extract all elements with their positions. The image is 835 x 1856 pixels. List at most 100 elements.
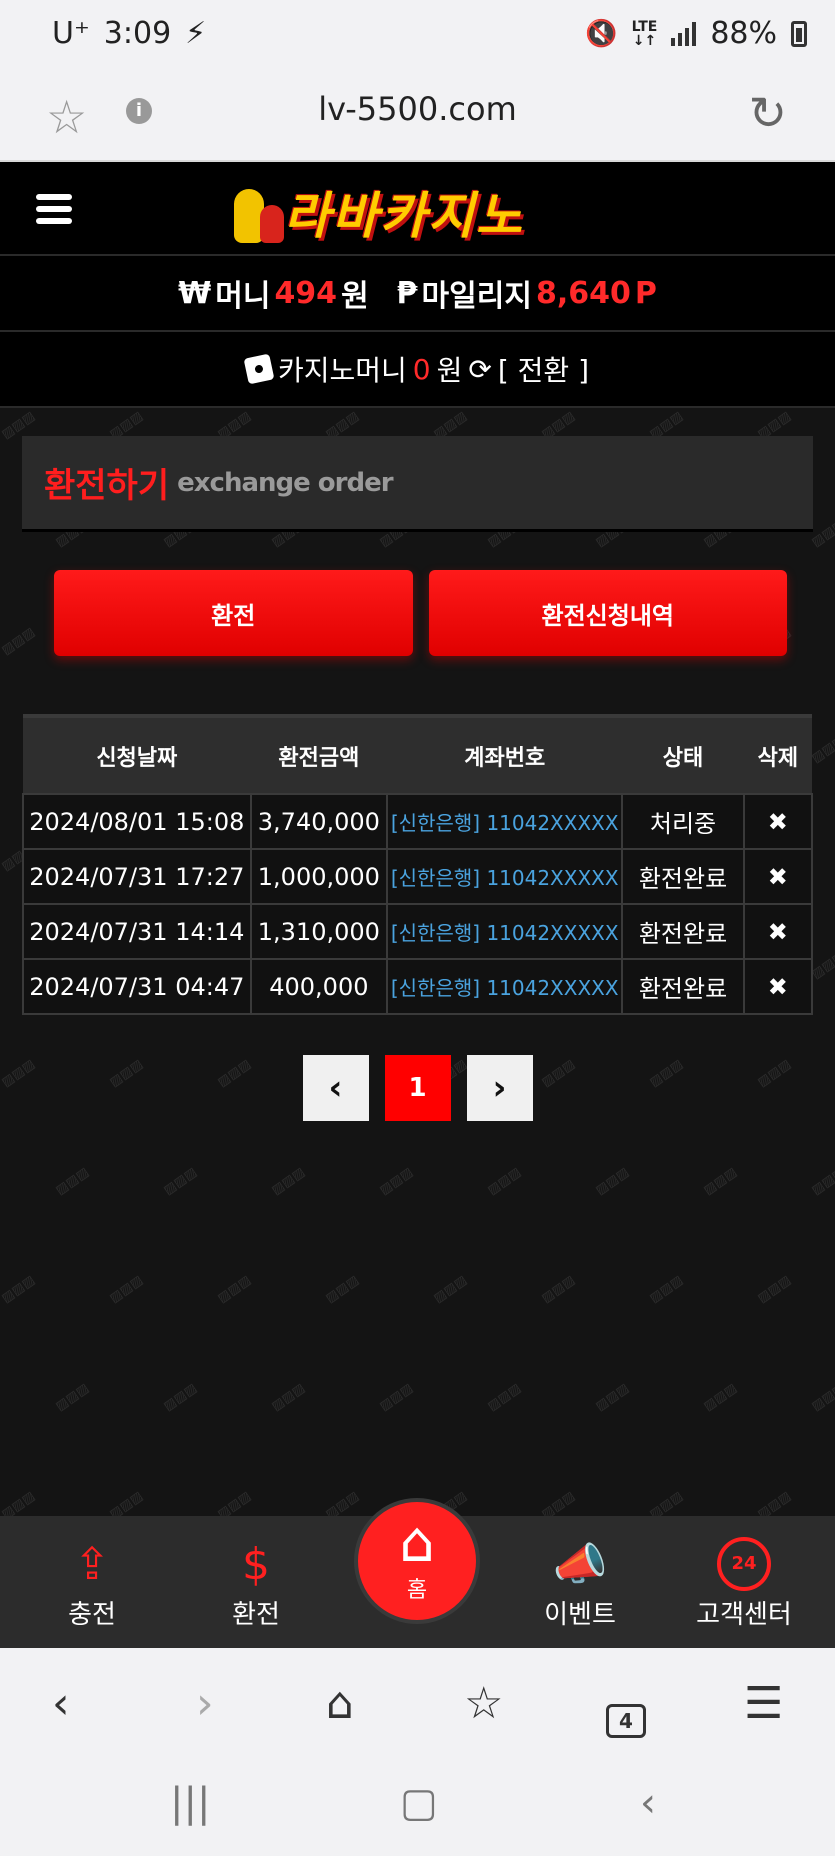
prev-page-button[interactable]: ‹ bbox=[302, 1055, 369, 1121]
watermark-mark: ▨▨▨ bbox=[107, 1272, 146, 1307]
watermark-mark: ▨▨▨ bbox=[701, 1164, 740, 1199]
battery-icon bbox=[791, 20, 807, 47]
support-24-icon: 24 bbox=[717, 1537, 771, 1591]
watermark-mark: ▨▨▨ bbox=[215, 1272, 254, 1307]
system-nav-bar: ||| ▢ ‹ bbox=[0, 1758, 835, 1856]
url-text[interactable]: lv-5500.com bbox=[0, 90, 835, 128]
watermark-mark: ▨▨▨ bbox=[269, 1380, 308, 1415]
bookmarks-icon[interactable]: ☆ bbox=[464, 1678, 503, 1729]
lte-icon: LTE ↓↑ bbox=[631, 18, 658, 49]
megaphone-icon: 📣 bbox=[552, 1539, 608, 1590]
next-page-button[interactable]: › bbox=[466, 1055, 533, 1121]
delete-icon[interactable]: ✖ bbox=[742, 793, 814, 850]
mileage-unit: P bbox=[634, 275, 657, 311]
mute-icon: 🔇 bbox=[585, 18, 618, 49]
watermark-mark: ▨▨▨ bbox=[269, 1164, 308, 1199]
cell-date: 2024/07/31 14:14 bbox=[22, 903, 252, 960]
back-icon[interactable]: ‹ bbox=[52, 1678, 70, 1729]
nav-home[interactable]: ⌂ 홈 bbox=[354, 1498, 480, 1624]
pagination: ‹ 1 › bbox=[22, 1055, 813, 1121]
mileage-label: 마일리지 bbox=[421, 279, 532, 314]
cell-status: 환전완료 bbox=[621, 903, 745, 960]
delete-icon[interactable]: ✖ bbox=[742, 958, 814, 1015]
watermark-mark: ▨▨▨ bbox=[809, 1164, 835, 1199]
home-browser-icon[interactable]: ⌂ bbox=[326, 1678, 354, 1729]
delete-icon[interactable]: ✖ bbox=[742, 848, 814, 905]
watermark-mark: ▨▨▨ bbox=[755, 1272, 794, 1307]
cell-account: [신한은행] 11042XXXXX bbox=[386, 848, 624, 905]
exchange-button[interactable]: 환전 bbox=[54, 570, 413, 656]
watermark-mark: ▨▨▨ bbox=[809, 1380, 835, 1415]
status-bar: U⁺ 3:09 ⚡ 🔇 LTE ↓↑ 88% bbox=[0, 0, 835, 72]
nav-exchange-label: 환전 bbox=[232, 1600, 280, 1630]
watermark-mark: ▨▨▨ bbox=[485, 1380, 524, 1415]
header-delete: 삭제 bbox=[743, 714, 812, 794]
cell-account: [신한은행] 11042XXXXX bbox=[386, 793, 624, 850]
header-account: 계좌번호 bbox=[387, 714, 623, 794]
cell-amount: 1,310,000 bbox=[249, 903, 389, 960]
nav-exchange[interactable]: $ 환전 bbox=[196, 1534, 316, 1631]
browser-toolbar: ‹ › ⌂ ☆ 4 ☰ bbox=[0, 1648, 835, 1758]
cell-amount: 3,740,000 bbox=[249, 793, 389, 850]
dice-icon bbox=[243, 353, 275, 385]
browser-menu-icon[interactable]: ☰ bbox=[744, 1678, 783, 1729]
site-header: 라바카지노 bbox=[0, 162, 835, 256]
convert-button[interactable]: [ 전환 ] bbox=[498, 349, 589, 389]
watermark-mark: ▨▨▨ bbox=[323, 1272, 362, 1307]
watermark-mark: ▨▨▨ bbox=[593, 1164, 632, 1199]
mileage-value: 8,640 bbox=[535, 275, 631, 311]
table-row: 2024/07/31 17:27 1,000,000 [신한은행] 11042X… bbox=[22, 848, 814, 905]
watermark-mark: ▨▨▨ bbox=[53, 1380, 92, 1415]
delete-icon[interactable]: ✖ bbox=[742, 903, 814, 960]
casino-money-unit: 원 bbox=[436, 354, 463, 387]
watermark-mark: ▨▨▨ bbox=[161, 1164, 200, 1199]
recent-apps-icon[interactable]: ||| bbox=[170, 1780, 210, 1826]
site-viewport: ▨▨▨ ▨▨▨ ▨▨▨ ▨▨▨ ▨▨▨ ▨▨▨ ▨▨▨ ▨▨▨ ▨▨▨ ▨▨▨ ▨▨▨ ▨▨▨ ▨▨▨ ▨… bbox=[0, 162, 835, 1648]
nav-event-label: 이벤트 bbox=[544, 1600, 616, 1630]
watermark-mark: ▨▨▨ bbox=[431, 1272, 470, 1307]
menu-icon[interactable] bbox=[36, 194, 72, 230]
nav-support[interactable]: 24 고객센터 bbox=[684, 1534, 804, 1631]
table-row: 2024/08/01 15:08 3,740,000 [신한은행] 11042X… bbox=[22, 793, 814, 850]
table-header-row: 신청날짜 환전금액 계좌번호 상태 삭제 bbox=[23, 714, 812, 794]
nav-charge[interactable]: ⇪ 충전 bbox=[32, 1534, 152, 1631]
exchange-history-button[interactable]: 환전신청내역 bbox=[428, 570, 787, 656]
cell-amount: 1,000,000 bbox=[249, 848, 389, 905]
cell-date: 2024/07/31 17:27 bbox=[22, 848, 252, 905]
nav-charge-label: 충전 bbox=[68, 1600, 116, 1630]
nav-home-label: 홈 bbox=[406, 1578, 428, 1603]
casino-money-value: 0 bbox=[412, 352, 431, 386]
money-label: 머니 bbox=[215, 279, 271, 314]
refresh-icon[interactable]: ⟳ bbox=[468, 353, 491, 386]
forward-icon[interactable]: › bbox=[196, 1678, 214, 1729]
reload-icon[interactable]: ↻ bbox=[748, 86, 787, 140]
cell-account: [신한은행] 11042XXXXX bbox=[386, 903, 624, 960]
browser-url-bar: ☆ i lv-5500.com ↻ bbox=[0, 72, 835, 162]
watermark-mark: ▨▨▨ bbox=[0, 1272, 38, 1307]
watermark-mark: ▨▨▨ bbox=[647, 1272, 686, 1307]
system-home-icon[interactable]: ▢ bbox=[400, 1780, 438, 1826]
header-date: 신청날짜 bbox=[23, 714, 251, 794]
page-title: 환전하기 exchange order bbox=[22, 436, 813, 532]
home-icon: ⌂ bbox=[399, 1510, 435, 1575]
casino-balance-bar: 카지노머니 0 원 ⟳ [ 전환 ] bbox=[0, 332, 835, 408]
current-page-button[interactable]: 1 bbox=[384, 1055, 451, 1121]
site-logo[interactable]: 라바카지노 bbox=[228, 176, 524, 248]
cell-status: 환전완료 bbox=[621, 848, 745, 905]
system-back-icon[interactable]: ‹ bbox=[640, 1780, 656, 1826]
tabs-icon[interactable]: 4 bbox=[606, 1704, 646, 1738]
clock: 3:09 bbox=[103, 16, 172, 51]
balance-bar: ₩ 머니 494 원 ₱ 마일리지 8,640 P bbox=[0, 256, 835, 332]
watermark-mark: ▨▨▨ bbox=[377, 1380, 416, 1415]
cell-status: 처리중 bbox=[621, 793, 745, 850]
watermark-mark: ▨▨▨ bbox=[701, 1380, 740, 1415]
nav-event[interactable]: 📣 이벤트 bbox=[520, 1534, 640, 1631]
header-amount: 환전금액 bbox=[250, 714, 388, 794]
watermark-mark: ▨▨▨ bbox=[485, 1164, 524, 1199]
won-icon: ₩ bbox=[178, 275, 212, 311]
cell-status: 환전완료 bbox=[621, 958, 745, 1015]
logo-mascot-icon bbox=[228, 181, 284, 243]
battery-percent: 88% bbox=[710, 16, 777, 51]
coins-hand-icon: $ bbox=[242, 1538, 270, 1590]
watermark-mark: ▨▨▨ bbox=[161, 1380, 200, 1415]
